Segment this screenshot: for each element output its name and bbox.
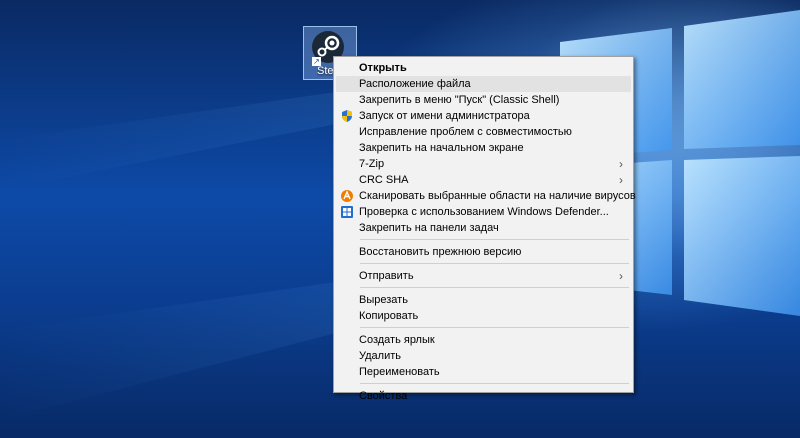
menu-item-label: Создать ярлык [359,334,435,346]
menu-item-label: Открыть [359,62,407,74]
menu-item-label: Проверка с использованием Windows Defend… [359,206,609,218]
shield-icon [342,110,352,122]
menu-item-file-location[interactable]: Расположение файла [336,76,631,92]
menu-item-restore-previous-version[interactable]: Восстановить прежнюю версию [336,244,631,260]
menu-item-pin-taskbar[interactable]: Закрепить на панели задач [336,220,631,236]
menu-item-rename[interactable]: Переименовать [336,364,631,380]
menu-item-label: Копировать [359,310,419,322]
menu-item-label: Вырезать [359,294,408,306]
menu-item-label: Восстановить прежнюю версию [359,246,522,258]
menu-item-windows-defender[interactable]: Проверка с использованием Windows Defend… [336,204,631,220]
menu-item-create-shortcut[interactable]: Создать ярлык [336,332,631,348]
context-menu: Открыть Расположение файла Закрепить в м… [333,56,636,402]
menu-item-label: CRC SHA [359,174,409,186]
menu-item-label: Закрепить в меню "Пуск" (Classic Shell) [359,94,560,106]
menu-item-label: Отправить [359,270,414,282]
menu-item-run-as-admin[interactable]: Запуск от имени администратора [336,108,631,124]
menu-separator [360,263,629,264]
menu-item-label: Исправление проблем с совместимостью [359,126,572,138]
menu-item-label: Сканировать выбранные области на наличие… [359,190,636,202]
menu-item-7zip[interactable]: 7-Zip › [336,156,631,172]
menu-item-crc-sha[interactable]: CRC SHA › [336,172,631,188]
menu-item-compatibility-troubleshoot[interactable]: Исправление проблем с совместимостью [336,124,631,140]
menu-item-label: Свойства [359,390,408,402]
menu-item-open[interactable]: Открыть [336,60,631,76]
menu-item-label: Расположение файла [359,78,471,90]
menu-item-pin-start-classic-shell[interactable]: Закрепить в меню "Пуск" (Classic Shell) [336,92,631,108]
menu-separator [360,287,629,288]
windows-defender-icon [341,206,353,218]
desktop: ↗ Steam Открыть Расположение файла Закре… [0,0,800,438]
menu-item-label: Запуск от имени администратора [359,110,530,122]
chevron-right-icon: › [619,173,623,187]
chevron-right-icon: › [619,157,623,171]
menu-item-cut[interactable]: Вырезать [336,292,631,308]
menu-separator [360,327,629,328]
menu-item-copy[interactable]: Копировать [336,308,631,324]
menu-item-label: Закрепить на панели задач [359,222,499,234]
menu-item-label: Закрепить на начальном экране [359,142,524,154]
menu-item-label: 7-Zip [359,158,385,170]
menu-separator [360,239,629,240]
menu-item-properties[interactable]: Свойства [336,388,631,404]
menu-item-delete[interactable]: Удалить [336,348,631,364]
menu-item-pin-start-screen[interactable]: Закрепить на начальном экране [336,140,631,156]
menu-item-send-to[interactable]: Отправить › [336,268,631,284]
avast-icon [341,190,353,202]
menu-separator [360,383,629,384]
menu-item-label: Переименовать [359,366,440,378]
chevron-right-icon: › [619,269,623,283]
menu-item-avast-scan[interactable]: Сканировать выбранные области на наличие… [336,188,636,204]
menu-item-label: Удалить [359,350,401,362]
